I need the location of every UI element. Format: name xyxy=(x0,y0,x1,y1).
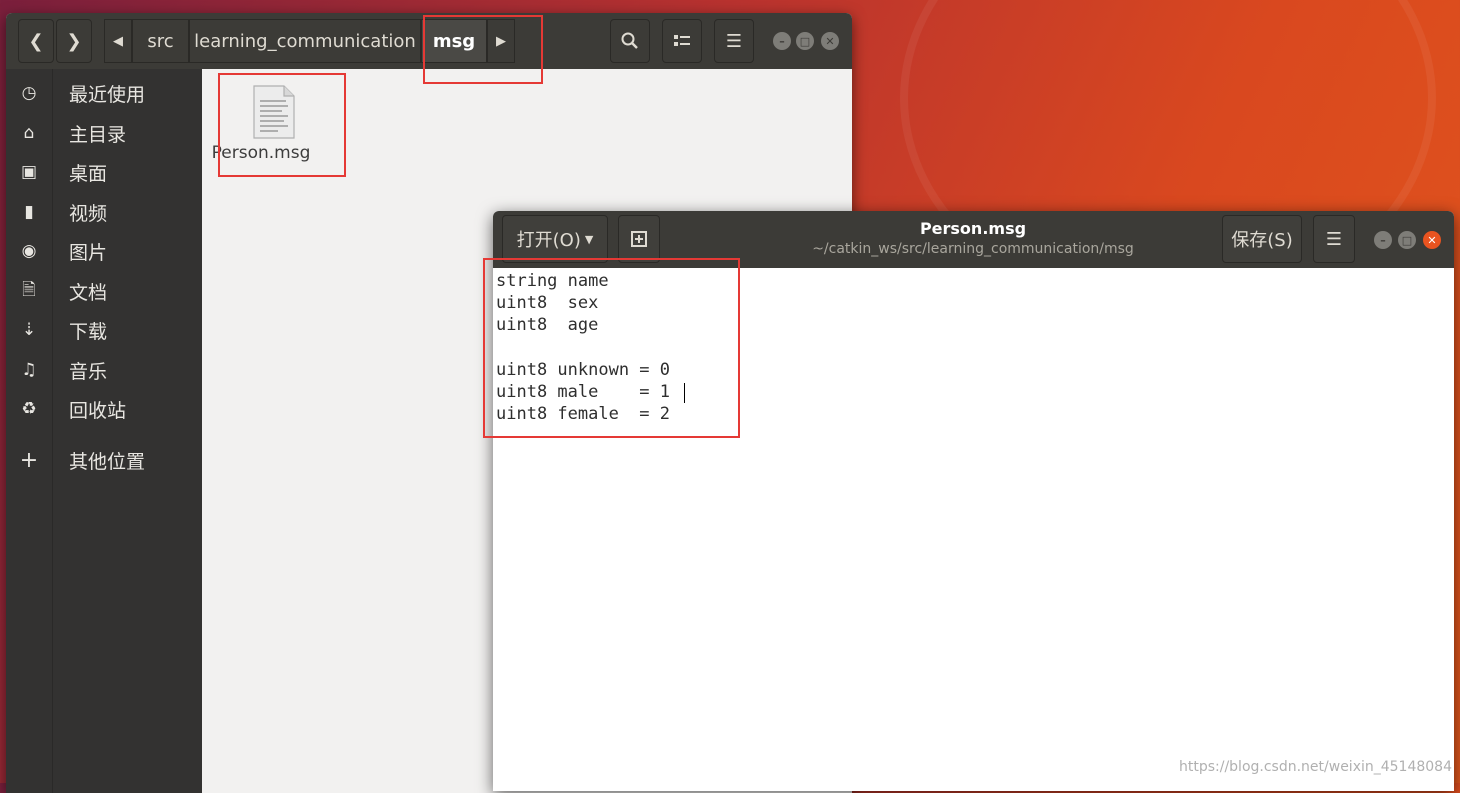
download-icon: ⇣ xyxy=(21,320,37,340)
places-sidebar: ◷ 最近使用 ⌂ 主目录 ▣ 桌面 ▮ 视频 ◉ 图片 🗎 文档 ⇣ 下载 ♫ xyxy=(6,69,202,793)
new-document-icon xyxy=(631,231,647,247)
editor-title: Person.msg xyxy=(919,219,1027,238)
highlight-box-file xyxy=(218,73,346,177)
sidebar-item-trash[interactable]: ♻ 回收站 xyxy=(6,391,202,427)
view-toggle-button[interactable] xyxy=(662,19,702,63)
sidebar-item-downloads[interactable]: ⇣ 下载 xyxy=(6,312,202,348)
chevron-left-icon: ❮ xyxy=(28,30,44,52)
sidebar-item-videos[interactable]: ▮ 视频 xyxy=(6,194,202,230)
maximize-button[interactable]: □ xyxy=(796,32,814,50)
back-button[interactable]: ❮ xyxy=(18,19,54,63)
sidebar-item-other-locations[interactable]: + 其他位置 xyxy=(6,442,202,478)
list-view-icon xyxy=(674,35,690,46)
document-icon: 🗎 xyxy=(22,279,36,300)
editor-file-path: ~/catkin_ws/src/learning_communication/m… xyxy=(812,241,1134,257)
minimize-button[interactable]: – xyxy=(773,32,791,50)
trash-icon: ♻ xyxy=(21,399,37,419)
forward-button[interactable]: ❯ xyxy=(56,19,92,63)
hamburger-icon: ☰ xyxy=(725,30,743,52)
highlight-box-path xyxy=(423,15,543,84)
camera-icon: ◉ xyxy=(21,241,37,261)
highlight-box-code xyxy=(483,258,740,438)
editor-maximize-button[interactable]: □ xyxy=(1398,231,1416,249)
new-document-button[interactable] xyxy=(618,215,660,263)
chevron-right-icon: ❯ xyxy=(66,30,82,52)
path-segment-learning-communication[interactable]: learning_communication xyxy=(189,19,421,63)
editor-close-button[interactable]: ✕ xyxy=(1423,231,1441,249)
close-button[interactable]: ✕ xyxy=(821,32,839,50)
music-icon: ♫ xyxy=(21,360,37,380)
clock-icon: ◷ xyxy=(21,83,37,103)
save-button[interactable]: 保存(S) xyxy=(1222,215,1302,263)
sidebar-item-music[interactable]: ♫ 音乐 xyxy=(6,352,202,388)
search-icon xyxy=(621,32,638,49)
hamburger-icon: ☰ xyxy=(1325,228,1343,250)
path-segment-src[interactable]: src xyxy=(132,19,189,63)
sidebar-item-home[interactable]: ⌂ 主目录 xyxy=(6,115,202,151)
plus-icon: + xyxy=(19,447,39,473)
sidebar-item-pictures[interactable]: ◉ 图片 xyxy=(6,233,202,269)
dropdown-arrow-icon: ▼ xyxy=(584,232,594,246)
home-icon: ⌂ xyxy=(23,123,35,143)
sidebar-item-documents[interactable]: 🗎 文档 xyxy=(6,273,202,309)
sidebar-item-recent[interactable]: ◷ 最近使用 xyxy=(6,75,202,111)
open-button[interactable]: 打开(O) ▼ xyxy=(502,215,608,263)
sidebar-item-desktop[interactable]: ▣ 桌面 xyxy=(6,154,202,190)
triangle-left-icon: ◀ xyxy=(113,33,123,49)
editor-menu-button[interactable]: ☰ xyxy=(1313,215,1355,263)
video-icon: ▮ xyxy=(24,202,34,222)
watermark-text: https://blog.csdn.net/weixin_45148084 xyxy=(1178,759,1452,775)
menu-button[interactable]: ☰ xyxy=(714,19,754,63)
desktop-folder-icon: ▣ xyxy=(20,162,38,182)
search-button[interactable] xyxy=(610,19,650,63)
editor-minimize-button[interactable]: – xyxy=(1374,231,1392,249)
path-scroll-left-button[interactable]: ◀ xyxy=(104,19,132,63)
